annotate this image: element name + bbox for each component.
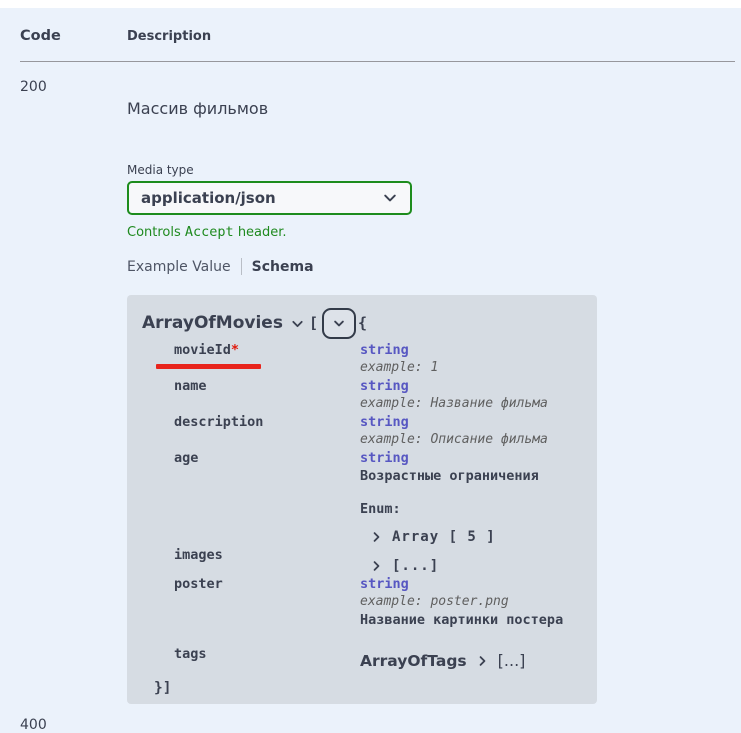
chevron-down-icon: [332, 317, 346, 330]
response-row-200: 200 Массив фильмов Media type applicatio…: [20, 62, 741, 704]
property-name: movieId*: [174, 341, 360, 377]
response-description-cell: Массив фильмов Media type application/js…: [127, 62, 741, 704]
tags-model-toggle[interactable]: ArrayOfTags [...]: [360, 650, 583, 672]
code-column-header: Code: [20, 28, 127, 44]
model-tabs: Example Value Schema: [127, 258, 741, 275]
red-underline-annotation: [156, 364, 261, 369]
tab-divider: [241, 258, 242, 275]
enum-label: Enum:: [360, 500, 583, 518]
media-type-select[interactable]: application/json: [127, 181, 412, 215]
accept-header-hint: Controls Accept header.: [127, 224, 741, 240]
property-name: poster: [174, 575, 360, 629]
next-response-code: 400: [20, 717, 47, 733]
property-name: tags: [174, 645, 360, 672]
response-code: 200: [20, 62, 127, 704]
model-properties: movieId* string example: 1 name string e…: [174, 341, 583, 672]
property-type: string: [360, 413, 583, 431]
property-row-description: description string example: Описание фил…: [174, 413, 583, 449]
property-type: string: [360, 341, 583, 359]
description-column-header: Description: [127, 29, 211, 44]
property-row-tags: tags ArrayOfTags [...]: [174, 645, 583, 672]
chevron-right-icon: [370, 559, 383, 573]
enum-array-toggle[interactable]: Array [ 5 ]: [360, 528, 583, 546]
schema-model-box: ArrayOfMovies [ { movieId*: [127, 295, 597, 704]
hint-accept-code: Accept: [185, 224, 234, 240]
property-type: string: [360, 575, 583, 593]
property-example: example: Название фильма: [360, 395, 583, 413]
hint-suffix: header.: [234, 225, 287, 240]
chevron-down-icon: [382, 190, 398, 206]
enum-array-label: Array [ 5 ]: [392, 528, 496, 546]
property-row-name: name string example: Название фильма: [174, 377, 583, 413]
required-star: *: [231, 342, 239, 358]
model-title[interactable]: ArrayOfMovies: [142, 313, 283, 333]
collapsed-array-placeholder: [...]: [498, 652, 526, 670]
property-name: name: [174, 377, 360, 413]
top-strip: [0, 0, 741, 8]
hint-prefix: Controls: [127, 225, 185, 240]
collapsed-array-placeholder: [...]: [392, 557, 439, 575]
property-example: example: poster.png: [360, 593, 583, 611]
ref-model-title: ArrayOfTags: [360, 652, 467, 670]
property-row-age: age string Возрастные ограничения Enum: …: [174, 449, 583, 546]
property-example: example: Описание фильма: [360, 431, 583, 449]
model-closing-brackets: }]: [154, 680, 583, 696]
media-type-selected-value: application/json: [141, 189, 276, 207]
chevron-right-icon: [370, 530, 383, 544]
property-name: age: [174, 449, 360, 546]
object-open-brace: {: [358, 314, 367, 332]
images-expand-toggle[interactable]: [...]: [360, 557, 583, 575]
chevron-down-icon[interactable]: [290, 317, 305, 331]
property-name: description: [174, 413, 360, 449]
property-name: images: [174, 546, 360, 575]
property-example: example: 1: [360, 359, 583, 377]
responses-table-header: Code Description: [20, 28, 741, 44]
property-row-poster: poster string example: poster.png Назван…: [174, 575, 583, 629]
response-description: Массив фильмов: [127, 99, 741, 118]
array-open-bracket: [: [309, 314, 318, 332]
property-row-movieId: movieId* string example: 1: [174, 341, 583, 377]
property-description: Название картинки постера: [360, 611, 583, 629]
tab-schema[interactable]: Schema: [252, 259, 314, 275]
tab-example-value[interactable]: Example Value: [127, 259, 231, 275]
property-type: string: [360, 377, 583, 395]
property-description: Возрастные ограничения: [360, 467, 583, 485]
chevron-right-icon: [476, 654, 489, 668]
property-type: string: [360, 449, 583, 467]
collapse-object-button[interactable]: [322, 308, 356, 339]
media-type-label: Media type: [127, 163, 741, 177]
property-row-images: images [...]: [174, 546, 583, 575]
model-title-row: ArrayOfMovies [ {: [142, 307, 583, 339]
property-name-text: movieId: [174, 342, 231, 358]
